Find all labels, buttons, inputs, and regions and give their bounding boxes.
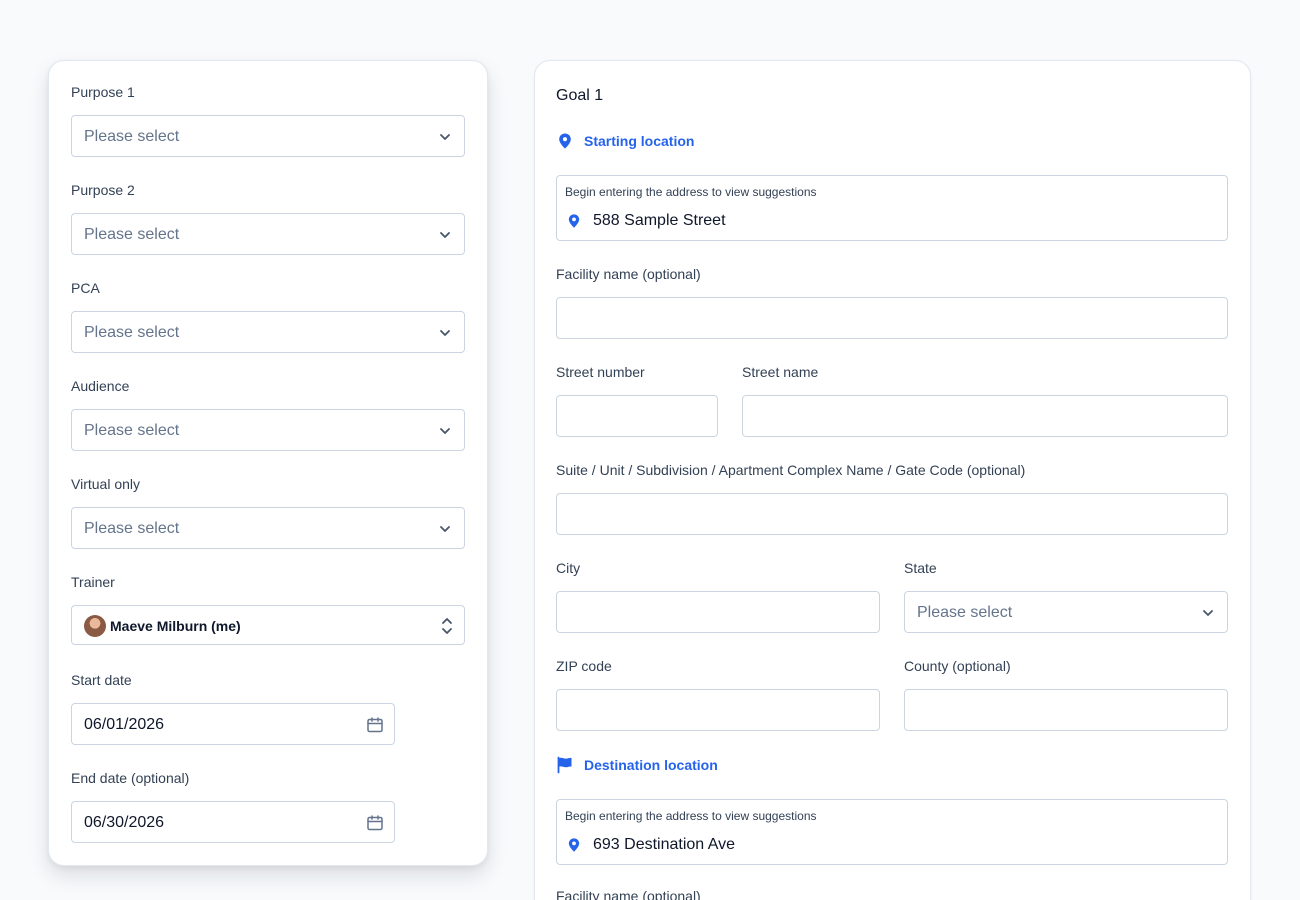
- suite-input[interactable]: [556, 493, 1228, 535]
- city-input[interactable]: [556, 591, 880, 633]
- trainer-select[interactable]: Maeve Milburn (me): [71, 605, 465, 645]
- pca-label: PCA: [71, 280, 100, 296]
- suite-label: Suite / Unit / Subdivision / Apartment C…: [556, 462, 1026, 478]
- start-date-input[interactable]: 06/01/2026: [71, 703, 395, 745]
- calendar-icon[interactable]: [366, 716, 384, 734]
- chevron-up-down-icon: [442, 618, 452, 634]
- virtual-only-select[interactable]: Please select: [71, 507, 465, 549]
- chevron-down-icon: [440, 134, 450, 140]
- destination-address-input[interactable]: Begin entering the address to view sugge…: [556, 799, 1228, 865]
- purpose-1-select[interactable]: Please select: [71, 115, 465, 157]
- chevron-down-icon: [1203, 610, 1213, 616]
- purpose-2-select[interactable]: Please select: [71, 213, 465, 255]
- starting-address-hint: Begin entering the address to view sugge…: [565, 185, 817, 199]
- end-date-value: 06/30/2026: [84, 814, 165, 831]
- flag-icon: [557, 756, 572, 774]
- audience-label: Audience: [71, 378, 130, 394]
- destination-location-heading: Destination location: [584, 757, 718, 773]
- calendar-icon[interactable]: [366, 814, 384, 832]
- state-value: Please select: [917, 604, 1013, 621]
- chevron-down-icon: [440, 232, 450, 238]
- chevron-down-icon: [440, 330, 450, 336]
- goal-title: Goal 1: [556, 87, 604, 104]
- zip-code-input[interactable]: [556, 689, 880, 731]
- avatar: [84, 615, 106, 637]
- starting-address-input[interactable]: Begin entering the address to view sugge…: [556, 175, 1228, 241]
- start-date-label: Start date: [71, 672, 132, 688]
- start-date-value: 06/01/2026: [84, 716, 165, 733]
- facility-name-label: Facility name (optional): [556, 266, 701, 282]
- purpose-2-value: Please select: [84, 226, 180, 243]
- destination-address-value: 693 Destination Ave: [593, 836, 736, 853]
- trainer-label: Trainer: [71, 574, 115, 590]
- starting-location-heading: Starting location: [584, 133, 695, 149]
- state-select[interactable]: Please select: [904, 591, 1228, 633]
- county-label: County (optional): [904, 658, 1011, 674]
- county-input[interactable]: [904, 689, 1228, 731]
- starting-address-value: 588 Sample Street: [593, 212, 726, 229]
- virtual-only-label: Virtual only: [71, 476, 141, 492]
- virtual-only-value: Please select: [84, 520, 180, 537]
- chevron-down-icon: [440, 526, 450, 532]
- zip-code-label: ZIP code: [556, 658, 612, 674]
- audience-select[interactable]: Please select: [71, 409, 465, 451]
- end-date-label: End date (optional): [71, 770, 190, 786]
- pca-select[interactable]: Please select: [71, 311, 465, 353]
- state-label: State: [904, 560, 937, 576]
- map-pin-icon: [568, 838, 580, 852]
- facility-name-input[interactable]: [556, 297, 1228, 339]
- street-name-input[interactable]: [742, 395, 1228, 437]
- purpose-2-label: Purpose 2: [71, 182, 135, 198]
- end-date-input[interactable]: 06/30/2026: [71, 801, 395, 843]
- audience-value: Please select: [84, 422, 180, 439]
- destination-facility-name-label: Facility name (optional): [556, 888, 701, 900]
- city-label: City: [556, 560, 581, 576]
- street-name-label: Street name: [742, 364, 819, 380]
- street-number-label: Street number: [556, 364, 645, 380]
- trainer-value: Maeve Milburn (me): [110, 618, 241, 634]
- street-number-input[interactable]: [556, 395, 718, 437]
- purpose-1-label: Purpose 1: [71, 84, 135, 100]
- destination-address-hint: Begin entering the address to view sugge…: [565, 809, 817, 823]
- map-pin-icon: [559, 133, 571, 149]
- map-pin-icon: [568, 214, 580, 228]
- purpose-1-value: Please select: [84, 128, 180, 145]
- chevron-down-icon: [440, 428, 450, 434]
- pca-value: Please select: [84, 324, 180, 341]
